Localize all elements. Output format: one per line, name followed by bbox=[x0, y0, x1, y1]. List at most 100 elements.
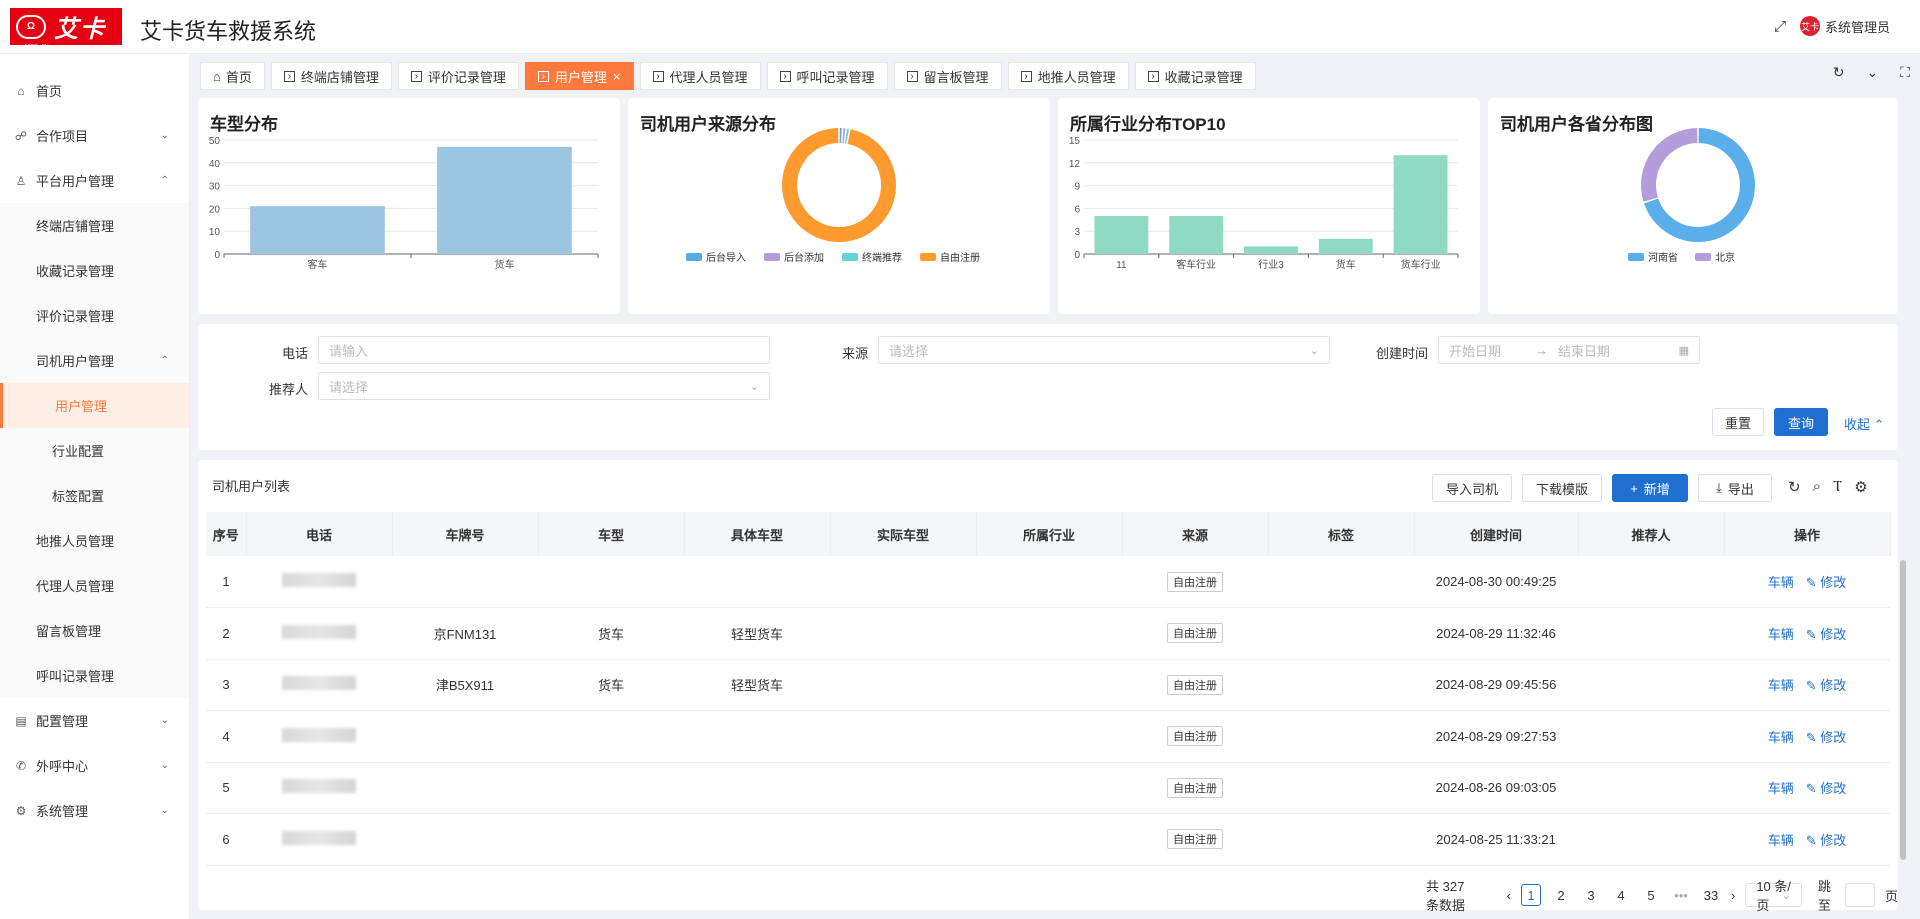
sidebar-item-outcall[interactable]: ✆ 外呼中心 ⌄ bbox=[0, 743, 189, 788]
scrollbar[interactable] bbox=[1900, 560, 1906, 860]
vehicle-link[interactable]: 车辆 bbox=[1768, 627, 1794, 642]
refresh-icon[interactable]: ↻ bbox=[1833, 64, 1845, 81]
legend-label: 河南省 bbox=[1648, 251, 1678, 264]
sidebar-item-reviews[interactable]: 评价记录管理 bbox=[0, 293, 189, 338]
sidebar-item-agents[interactable]: 代理人员管理 bbox=[0, 563, 189, 608]
tab-agents[interactable]: › 代理人员管理 bbox=[639, 62, 761, 90]
file-icon: ▤ bbox=[15, 713, 27, 728]
page-last[interactable]: 33 bbox=[1701, 884, 1721, 906]
sidebar-item-favorites[interactable]: 收藏记录管理 bbox=[0, 248, 189, 293]
chart-card-province: 司机用户各省分布图 河南省 北京 bbox=[1488, 98, 1898, 314]
cell-industry bbox=[976, 659, 1122, 711]
gear-icon[interactable]: ⚙ bbox=[1854, 478, 1867, 496]
chevron-down-icon: ⌄ bbox=[160, 130, 169, 141]
sidebar-item-ground[interactable]: 地推人员管理 bbox=[0, 518, 189, 563]
cell-detail bbox=[684, 813, 830, 866]
legend-label: 后台添加 bbox=[784, 251, 824, 264]
sidebar-item-board[interactable]: 留言板管理 bbox=[0, 608, 189, 653]
sidebar-item-user-mgmt[interactable]: 用户管理 bbox=[0, 383, 189, 428]
fullscreen-icon[interactable]: ⤢ bbox=[1774, 18, 1786, 35]
sidebar-item-platform-users[interactable]: ♙ 平台用户管理 ⌃ bbox=[0, 158, 189, 203]
tab-user-mgmt[interactable]: › 用户管理 × bbox=[524, 62, 634, 90]
x-tick-label: 客车 bbox=[308, 258, 328, 271]
sidebar-item-partner[interactable]: ☍ 合作项目 ⌄ bbox=[0, 113, 189, 158]
edit-link[interactable]: ✎ 修改 bbox=[1806, 781, 1847, 796]
date-range-picker[interactable]: 开始日期 → 结束日期 ▦ bbox=[1438, 336, 1700, 364]
tab-reviews[interactable]: › 评价记录管理 bbox=[397, 62, 519, 90]
cell-type bbox=[538, 710, 684, 763]
page-3[interactable]: 3 bbox=[1581, 884, 1601, 906]
close-icon[interactable]: × bbox=[613, 69, 621, 84]
edit-link[interactable]: ✎ 修改 bbox=[1806, 730, 1847, 745]
cell-actual bbox=[830, 762, 976, 814]
download-template-button[interactable]: 下载模版 bbox=[1522, 474, 1602, 502]
column-height-icon[interactable]: Ⲧ bbox=[1833, 478, 1842, 496]
page-icon: › bbox=[283, 70, 295, 82]
page-2[interactable]: 2 bbox=[1551, 884, 1571, 906]
maximize-icon[interactable]: ⛶ bbox=[1900, 64, 1910, 81]
tab-calls[interactable]: › 呼叫记录管理 bbox=[766, 62, 888, 90]
sidebar-item-system[interactable]: ⚙ 系统管理 ⌄ bbox=[0, 788, 189, 833]
tab-ground[interactable]: › 地推人员管理 bbox=[1007, 62, 1129, 90]
vehicle-link[interactable]: 车辆 bbox=[1768, 678, 1794, 693]
y-tick-label: 30 bbox=[209, 182, 221, 193]
cell-tags bbox=[1268, 607, 1414, 660]
phone-input[interactable]: 请输入 bbox=[318, 336, 770, 364]
page-ellipsis[interactable]: ••• bbox=[1671, 884, 1691, 906]
col-header: 序号 bbox=[206, 512, 247, 556]
plus-icon: + bbox=[1630, 480, 1638, 496]
app-title: 艾卡货车救援系统 bbox=[140, 19, 317, 44]
prev-page-icon[interactable]: ‹ bbox=[1507, 888, 1511, 903]
sidebar-item-drivers[interactable]: 司机用户管理 ⌃ bbox=[0, 338, 189, 383]
referrer-select[interactable]: 请选择 ⌄ bbox=[318, 372, 770, 400]
page-size-select[interactable]: 10 条/页 ⌄ bbox=[1745, 879, 1802, 913]
import-button[interactable]: 导入司机 bbox=[1432, 474, 1512, 502]
tab-shop[interactable]: › 终端店铺管理 bbox=[270, 62, 392, 90]
list-title: 司机用户列表 bbox=[212, 479, 291, 494]
search-icon[interactable]: ⌕ bbox=[1813, 478, 1821, 496]
edit-link[interactable]: ✎ 修改 bbox=[1806, 575, 1847, 590]
collapse-link[interactable]: 收起 ⌃ bbox=[1844, 414, 1885, 433]
export-button[interactable]: ⤓ 导出 bbox=[1698, 474, 1772, 502]
chart-card-industry: 所属行业分布TOP10 0 3 6 9 12 15 11 客车行业 行业3 货车 货车行业 bbox=[1058, 98, 1480, 314]
sidebar-item-industry[interactable]: 行业配置 bbox=[0, 428, 189, 473]
tab-board[interactable]: › 留言板管理 bbox=[893, 62, 1002, 90]
legend-swatch bbox=[1695, 253, 1711, 261]
vehicle-link[interactable]: 车辆 bbox=[1768, 730, 1794, 745]
sidebar-item-calls[interactable]: 呼叫记录管理 bbox=[0, 653, 189, 698]
sidebar-item-config[interactable]: ▤ 配置管理 ⌄ bbox=[0, 698, 189, 743]
page-icon: › bbox=[410, 70, 422, 82]
reset-button[interactable]: 重置 bbox=[1712, 408, 1764, 436]
vehicle-link[interactable]: 车辆 bbox=[1768, 781, 1794, 796]
add-button[interactable]: + 新增 bbox=[1612, 474, 1688, 502]
user-menu[interactable]: 艾卡 系统管理员 bbox=[1799, 16, 1890, 36]
jump-label: 跳至 bbox=[1817, 879, 1831, 913]
refresh-icon[interactable]: ↻ bbox=[1788, 478, 1801, 496]
sidebar-item-home[interactable]: ⌂ 首页 bbox=[0, 68, 189, 113]
cell-tags bbox=[1268, 710, 1414, 763]
source-tag: 自由注册 bbox=[1167, 674, 1223, 695]
jump-input[interactable] bbox=[1845, 883, 1875, 907]
cell-referrer bbox=[1578, 556, 1724, 608]
sidebar-item-tags[interactable]: 标签配置 bbox=[0, 473, 189, 518]
province-donut-chart: 河南省 北京 bbox=[1628, 128, 1755, 264]
search-button[interactable]: 查询 bbox=[1774, 408, 1828, 436]
tab-home[interactable]: ⌂ 首页 bbox=[200, 62, 265, 90]
pie-slice bbox=[1640, 128, 1698, 202]
tab-favorites[interactable]: › 收藏记录管理 bbox=[1134, 62, 1256, 90]
legend-label: 自由注册 bbox=[940, 251, 980, 264]
next-page-icon[interactable]: › bbox=[1731, 888, 1735, 903]
cell-actions: 车辆 ✎ 修改 bbox=[1724, 762, 1890, 814]
page-5[interactable]: 5 bbox=[1641, 884, 1661, 906]
page-4[interactable]: 4 bbox=[1611, 884, 1631, 906]
vehicle-link[interactable]: 车辆 bbox=[1768, 575, 1794, 590]
edit-link[interactable]: ✎ 修改 bbox=[1806, 833, 1847, 848]
edit-link[interactable]: ✎ 修改 bbox=[1806, 678, 1847, 693]
page-1[interactable]: 1 bbox=[1520, 884, 1541, 906]
calendar-icon: ▦ bbox=[1678, 344, 1689, 357]
sidebar-item-shop[interactable]: 终端店铺管理 bbox=[0, 203, 189, 248]
source-select[interactable]: 请选择 ⌄ bbox=[878, 336, 1330, 364]
edit-link[interactable]: ✎ 修改 bbox=[1806, 627, 1847, 642]
chevron-down-icon[interactable]: ⌄ bbox=[1866, 64, 1878, 81]
vehicle-link[interactable]: 车辆 bbox=[1768, 833, 1794, 848]
